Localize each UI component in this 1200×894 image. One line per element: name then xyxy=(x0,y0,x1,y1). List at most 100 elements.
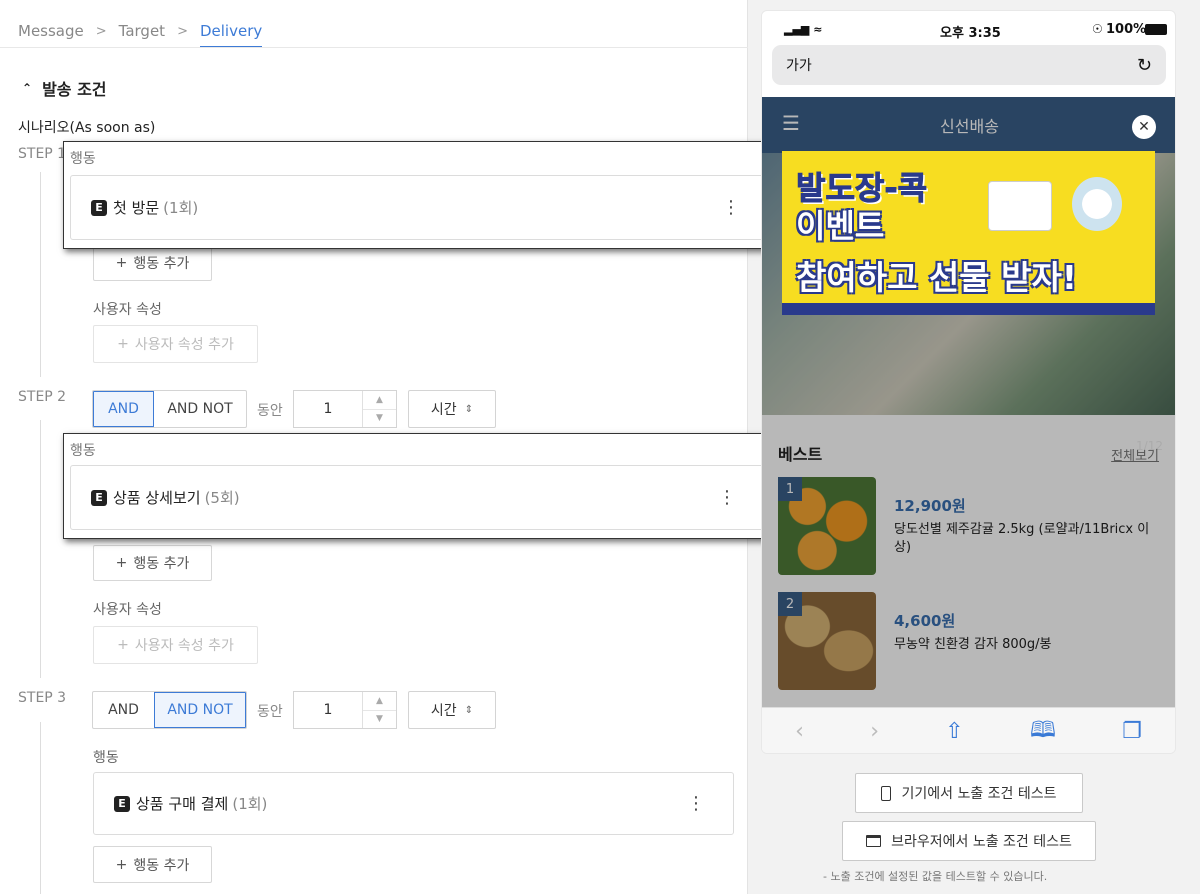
step2-label: STEP 2 xyxy=(18,389,67,405)
step2-action-highlight: 행동 E 상품 상세보기 (5회) ⋮ xyxy=(63,433,775,539)
tabs-icon[interactable]: ❐ xyxy=(1122,719,1142,744)
and-option[interactable]: AND xyxy=(93,391,154,427)
action-card[interactable]: E 첫 방문 (1회) ⋮ xyxy=(70,175,769,240)
breadcrumb-target[interactable]: Target xyxy=(119,22,165,40)
close-icon[interactable]: ✕ xyxy=(1132,115,1156,139)
updown-icon: ⇕ xyxy=(464,704,474,716)
user-attr-label: 사용자 속성 xyxy=(93,602,162,618)
time-unit-select[interactable]: 시간 ⇕ xyxy=(408,691,496,729)
action-header: 행동 xyxy=(70,443,96,459)
device-test-label: 기기에서 노출 조건 테스트 xyxy=(901,786,1057,802)
add-action-button[interactable]: + 행동 추가 xyxy=(93,545,212,581)
battery-icon xyxy=(1145,24,1167,35)
action-header: 행동 xyxy=(70,151,96,167)
divider xyxy=(0,47,748,48)
event-badge-icon: E xyxy=(91,489,107,506)
plus-icon: + xyxy=(117,336,129,352)
battery-level: 100% xyxy=(1106,22,1147,37)
gift-image xyxy=(1072,177,1122,231)
step3-label: STEP 3 xyxy=(18,690,67,706)
time-unit-select[interactable]: 시간 ⇕ xyxy=(408,390,496,428)
plus-icon: + xyxy=(117,637,129,653)
device-test-button[interactable]: 기기에서 노출 조건 테스트 xyxy=(855,773,1083,813)
browser-icon xyxy=(866,835,882,847)
add-action-button[interactable]: + 행동 추가 xyxy=(93,245,212,281)
breadcrumb-message[interactable]: Message xyxy=(18,22,84,40)
address-bar[interactable]: 가가 ↻ xyxy=(772,45,1166,85)
browser-test-button[interactable]: 브라우저에서 노출 조건 테스트 xyxy=(842,821,1096,861)
plus-icon: + xyxy=(115,555,128,571)
duration-stepper[interactable]: 1 ▲ ▼ xyxy=(293,390,397,428)
status-bar: ▂▄▆ ≈ 오후 3:35 ☉ 100% xyxy=(762,11,1175,47)
duration-value[interactable]: 1 xyxy=(294,692,362,728)
event-name: 첫 방문 xyxy=(113,199,160,217)
time-unit-value: 시간 xyxy=(430,402,457,418)
url-text: 가가 xyxy=(786,58,812,74)
more-vertical-icon[interactable]: ⋮ xyxy=(722,198,740,216)
status-time: 오후 3:35 xyxy=(940,26,1001,41)
duration-value[interactable]: 1 xyxy=(294,391,362,427)
duration-stepper[interactable]: 1 ▲ ▼ xyxy=(293,691,397,729)
during-label: 동안 xyxy=(257,403,283,419)
scenario-label: 시나리오(As soon as) xyxy=(18,120,156,136)
signal-wifi-icon: ▂▄▆ ≈ xyxy=(784,23,823,36)
event-banner[interactable]: 발도장-콕 이벤트 참여하고 선물 받자! xyxy=(782,151,1155,315)
chevron-down-icon[interactable]: ▼ xyxy=(363,410,396,428)
phone-icon xyxy=(881,785,892,801)
step3-line xyxy=(40,722,41,894)
pay-card-image xyxy=(988,181,1052,231)
plus-icon: + xyxy=(115,255,128,271)
and-not-option[interactable]: AND NOT xyxy=(154,391,246,427)
breadcrumb-delivery[interactable]: Delivery xyxy=(199,22,263,48)
chevron-up-icon[interactable]: ▲ xyxy=(363,391,396,410)
website-view: ☰ 신선배송 1/12 베스트 전체보기 1 12,900원 당도선별 제주감귤… xyxy=(762,97,1175,707)
chevron-up-icon: ⌃ xyxy=(22,81,33,95)
step2-operator-toggle: AND AND NOT xyxy=(92,390,247,428)
step1-action-highlight: 행동 E 첫 방문 (1회) ⋮ xyxy=(63,141,775,249)
share-icon[interactable]: ⇧ xyxy=(945,719,963,744)
add-user-attr-button[interactable]: + 사용자 속성 추가 xyxy=(93,325,258,363)
add-action-label: 행동 추가 xyxy=(133,857,190,874)
and-option[interactable]: AND xyxy=(93,692,154,728)
event-count: (5회) xyxy=(204,489,240,507)
alarm-icon: ☉ xyxy=(1092,22,1103,36)
reload-icon[interactable]: ↻ xyxy=(1137,55,1152,76)
browser-toolbar: ‹ › ⇧ 🕮 ❐ xyxy=(762,707,1175,753)
add-action-label: 행동 추가 xyxy=(133,556,190,572)
add-action-button[interactable]: + 행동 추가 xyxy=(93,846,212,883)
more-vertical-icon[interactable]: ⋮ xyxy=(687,794,705,812)
bookmarks-icon[interactable]: 🕮 xyxy=(1030,713,1056,751)
step2-line xyxy=(40,420,41,678)
banner-line2: 이벤트 xyxy=(796,207,885,245)
add-user-attr-label: 사용자 속성 추가 xyxy=(134,337,234,353)
back-icon[interactable]: ‹ xyxy=(795,719,804,744)
action-card[interactable]: E 상품 구매 결제 (1회) ⋮ xyxy=(93,772,734,835)
event-count: (1회) xyxy=(232,795,268,813)
step1-label: STEP 1 xyxy=(18,146,67,162)
forward-icon[interactable]: › xyxy=(870,719,879,744)
chevron-right-icon: > xyxy=(95,23,107,39)
section-toggle[interactable]: ⌃ 발송 조건 xyxy=(22,76,107,100)
banner-line3: 참여하고 선물 받자! xyxy=(796,258,1077,297)
event-name: 상품 구매 결제 xyxy=(136,795,229,813)
add-user-attr-button[interactable]: + 사용자 속성 추가 xyxy=(93,626,258,664)
step3-operator-toggle: AND AND NOT xyxy=(92,691,247,729)
event-count: (1회) xyxy=(163,199,199,217)
chevron-up-icon[interactable]: ▲ xyxy=(363,692,396,711)
event-badge-icon: E xyxy=(114,795,130,812)
section-title: 발송 조건 xyxy=(42,80,107,99)
action-card[interactable]: E 상품 상세보기 (5회) ⋮ xyxy=(70,465,765,530)
action-header: 행동 xyxy=(93,750,119,766)
event-name: 상품 상세보기 xyxy=(113,489,201,507)
phone-preview: ▂▄▆ ≈ 오후 3:35 ☉ 100% 가가 ↻ ☰ 신선배송 1/12 베스… xyxy=(761,10,1176,754)
and-not-option[interactable]: AND NOT xyxy=(154,692,246,728)
breadcrumb: Message > Target > Delivery xyxy=(18,14,263,48)
more-vertical-icon[interactable]: ⋮ xyxy=(718,488,736,506)
during-label: 동안 xyxy=(257,704,283,720)
add-user-attr-label: 사용자 속성 추가 xyxy=(134,638,234,654)
plus-icon: + xyxy=(115,856,128,873)
test-note: - 노출 조건에 설정된 값을 테스트할 수 있습니다. xyxy=(823,870,1048,883)
chevron-down-icon[interactable]: ▼ xyxy=(363,711,396,729)
event-badge-icon: E xyxy=(91,199,107,216)
updown-icon: ⇕ xyxy=(464,403,474,415)
